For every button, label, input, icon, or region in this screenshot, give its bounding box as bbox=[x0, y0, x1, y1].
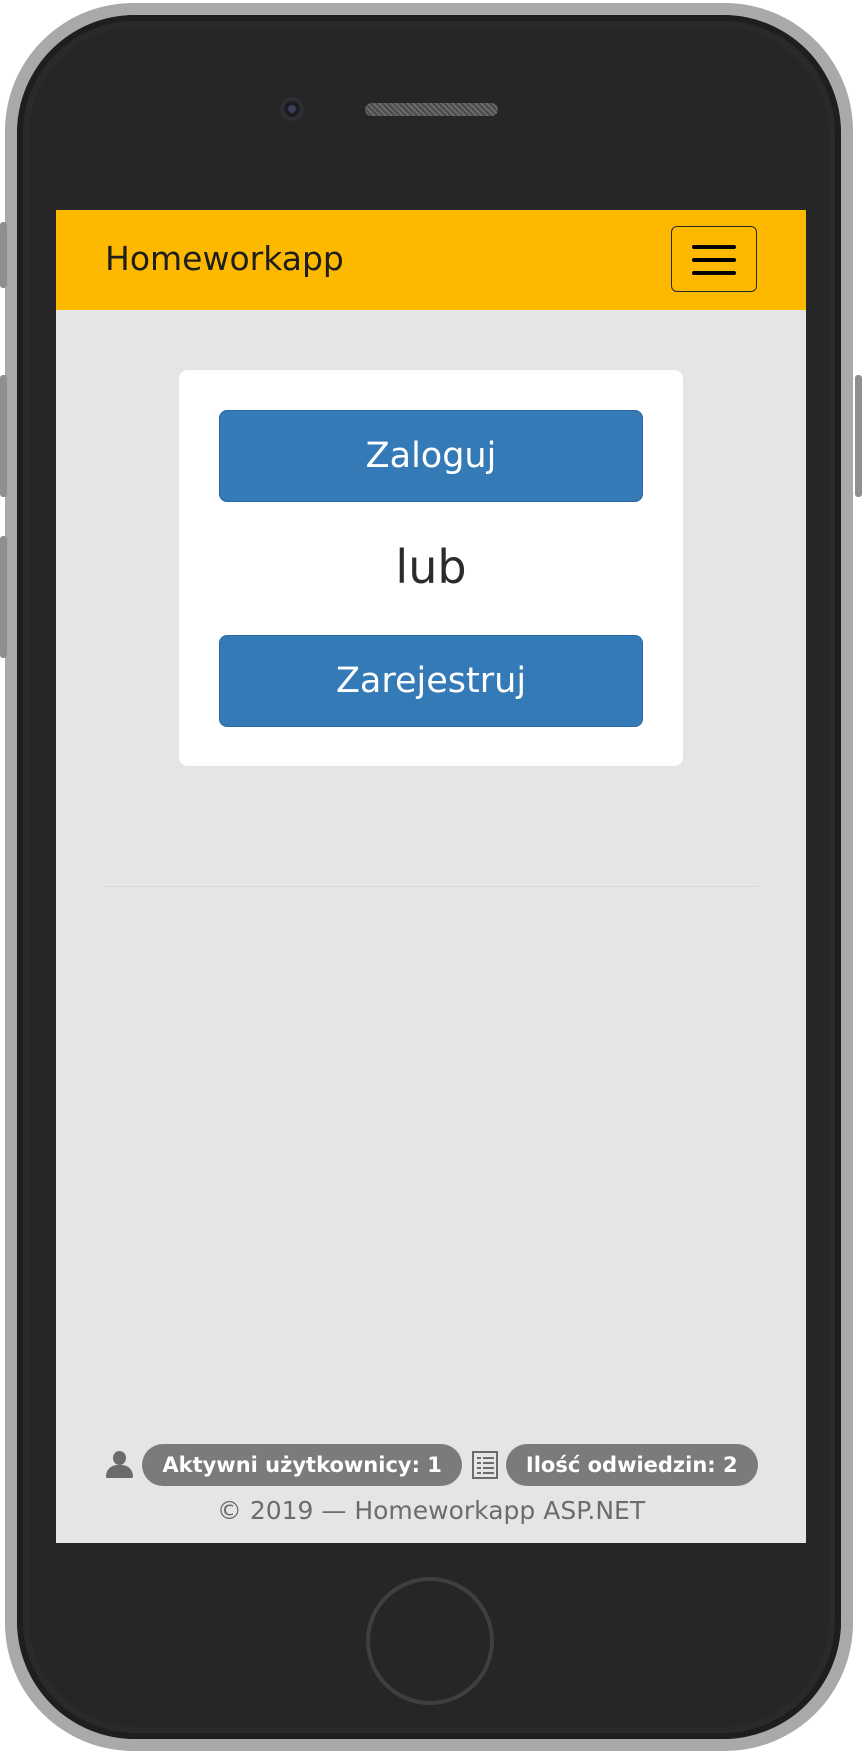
or-separator-text: lub bbox=[395, 540, 467, 594]
front-camera bbox=[280, 97, 304, 121]
earpiece-speaker bbox=[365, 103, 498, 116]
list-icon bbox=[471, 1451, 498, 1479]
navbar-toggle-button[interactable] bbox=[671, 226, 757, 292]
visits-badge: Ilość odwiedzin: 2 bbox=[505, 1444, 758, 1486]
register-button[interactable]: Zarejestruj bbox=[219, 635, 643, 727]
phone-volume-up-button bbox=[0, 375, 7, 497]
phone-volume-down-button bbox=[0, 536, 7, 658]
footer-divider bbox=[104, 886, 758, 887]
auth-card: Zaloguj lub Zarejestruj bbox=[179, 370, 683, 766]
active-users-badge: Aktywni użytkownicy: 1 bbox=[142, 1444, 462, 1486]
phone-mute-switch bbox=[0, 222, 7, 288]
home-button[interactable] bbox=[366, 1577, 494, 1705]
navbar-brand[interactable]: Homeworkapp bbox=[105, 238, 344, 281]
phone-power-button bbox=[855, 375, 862, 497]
footer-stats: Aktywni użytkownicy: 1 Ilość odwiedzin: … bbox=[56, 1444, 806, 1486]
app-screen: Homeworkapp Zaloguj lub Zarejestruj Akty… bbox=[56, 210, 806, 1543]
copyright-text: © 2019 — Homeworkapp ASP.NET bbox=[216, 1496, 646, 1525]
navbar: Homeworkapp bbox=[56, 210, 806, 310]
login-button[interactable]: Zaloguj bbox=[219, 410, 643, 502]
user-icon bbox=[104, 1450, 134, 1480]
